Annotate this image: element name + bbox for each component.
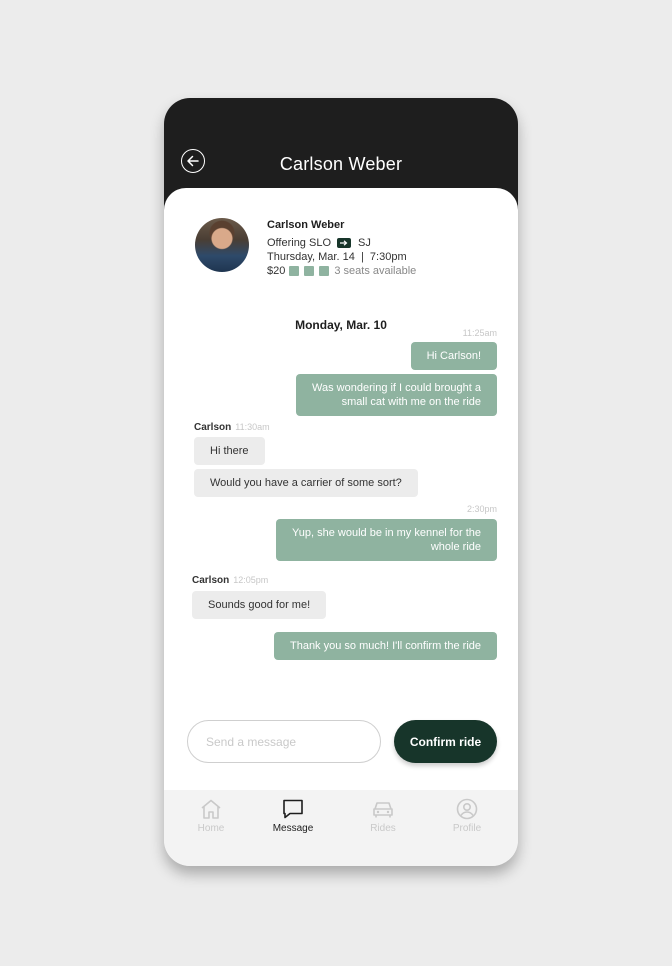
destination: SJ [358, 237, 371, 249]
message-time: 2:30pm [466, 504, 497, 514]
sender-name: Carlson [194, 422, 232, 433]
nav-label: Message [272, 823, 314, 834]
page-title: Carlson Weber [279, 154, 403, 174]
avatar[interactable] [195, 218, 249, 272]
outgoing-message[interactable]: Thank you so much! I'll confirm the ride [273, 632, 497, 660]
message-line: Yup, she would be in my kennel for the [292, 527, 481, 539]
ride-datetime: Thursday, Mar. 14 | 7:30pm [267, 251, 407, 263]
sender-time: 11:30am [235, 422, 270, 432]
outgoing-message[interactable]: Yup, she would be in my kennel for the w… [276, 519, 497, 561]
profile-icon [456, 798, 478, 820]
incoming-message[interactable]: Would you have a carrier of some sort? [194, 469, 418, 497]
incoming-message[interactable]: Sounds good for me! [192, 591, 327, 619]
message-time: 11:25am [462, 328, 497, 338]
message-line: Was wondering if I could brought a [312, 382, 481, 394]
message-line: whole ride [430, 541, 481, 553]
confirm-ride-button[interactable]: Confirm ride [394, 720, 497, 763]
seat-icon [304, 266, 315, 276]
ride-price-seats: $20 3 seats available [267, 265, 416, 277]
nav-item-home[interactable]: Home [169, 798, 253, 834]
bottom-nav: Home Message Rides Profile [164, 790, 518, 866]
outgoing-message[interactable]: Was wondering if I could brought a small… [296, 374, 497, 416]
nav-item-message[interactable]: Message [251, 798, 335, 834]
incoming-message[interactable]: Hi there [194, 437, 265, 465]
home-icon [201, 799, 221, 819]
nav-label: Profile [452, 823, 482, 834]
phone-frame: Carlson Weber Carlson Weber Offering SLO… [164, 98, 518, 866]
ride-price: $20 [267, 265, 286, 277]
nav-label: Home [197, 823, 225, 834]
seats-available: 3 seats available [334, 265, 417, 277]
seat-icon [289, 266, 300, 276]
message-icon [283, 799, 303, 819]
nav-item-profile[interactable]: Profile [425, 798, 509, 834]
outgoing-message[interactable]: Hi Carlson! [410, 342, 497, 370]
nav-item-rides[interactable]: Rides [341, 798, 425, 834]
car-icon [373, 802, 393, 818]
offering-label: Offering SLO [267, 237, 331, 249]
message-line: small cat with me on the ride [341, 396, 481, 408]
route-arrow-icon [337, 238, 351, 248]
sender-time: 12:05pm [233, 575, 269, 585]
driver-name: Carlson Weber [267, 219, 345, 231]
message-sender: Carlson 11:30am [194, 422, 270, 433]
nav-label: Rides [370, 823, 396, 834]
sender-name: Carlson [192, 575, 230, 586]
message-sender: Carlson 12:05pm [192, 575, 268, 586]
ride-route: Offering SLO SJ [267, 237, 371, 249]
message-input[interactable] [187, 720, 381, 763]
seat-icon [319, 266, 330, 276]
